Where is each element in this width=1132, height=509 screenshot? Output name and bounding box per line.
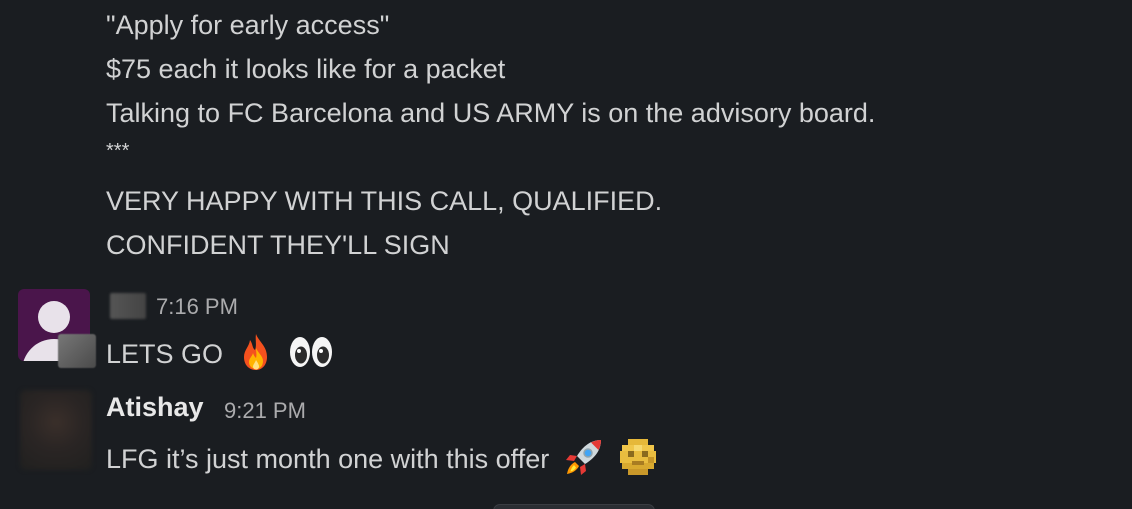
message-line: "Apply for early access" [106,10,390,40]
eyes-icon[interactable] [288,334,334,378]
fire-icon[interactable] [237,332,275,380]
message-line: $75 each it looks like for a packet [106,54,506,84]
avatar-head-icon [38,301,70,333]
rocket-icon[interactable] [563,436,605,486]
message-text-row: LFG it’s just month one with this offer [106,436,658,486]
message-timestamp[interactable]: 7:16 PM [156,294,238,320]
scroll-indicator[interactable] [493,504,655,509]
message-line: Talking to FC Barcelona and US ARMY is o… [106,98,876,128]
message-line: VERY HAPPY WITH THIS CALL, QUALIFIED. [106,186,663,216]
sender-name[interactable]: Atishay [106,392,204,423]
redacted-avatar-badge [58,334,96,368]
avatar[interactable] [20,390,92,470]
message-pane: "Apply for early access" $75 each it loo… [0,0,1132,509]
message-text-row: LETS GO [106,332,334,380]
pixelated-emoji-icon[interactable] [618,437,658,485]
message-text: LFG it’s just month one with this offer [106,444,550,475]
message-line: *** [106,140,130,162]
message-line: CONFIDENT THEY'LL SIGN [106,230,450,260]
message-timestamp[interactable]: 9:21 PM [224,398,306,424]
message-text: LETS GO [106,339,224,370]
redacted-sender-name[interactable] [110,293,146,319]
